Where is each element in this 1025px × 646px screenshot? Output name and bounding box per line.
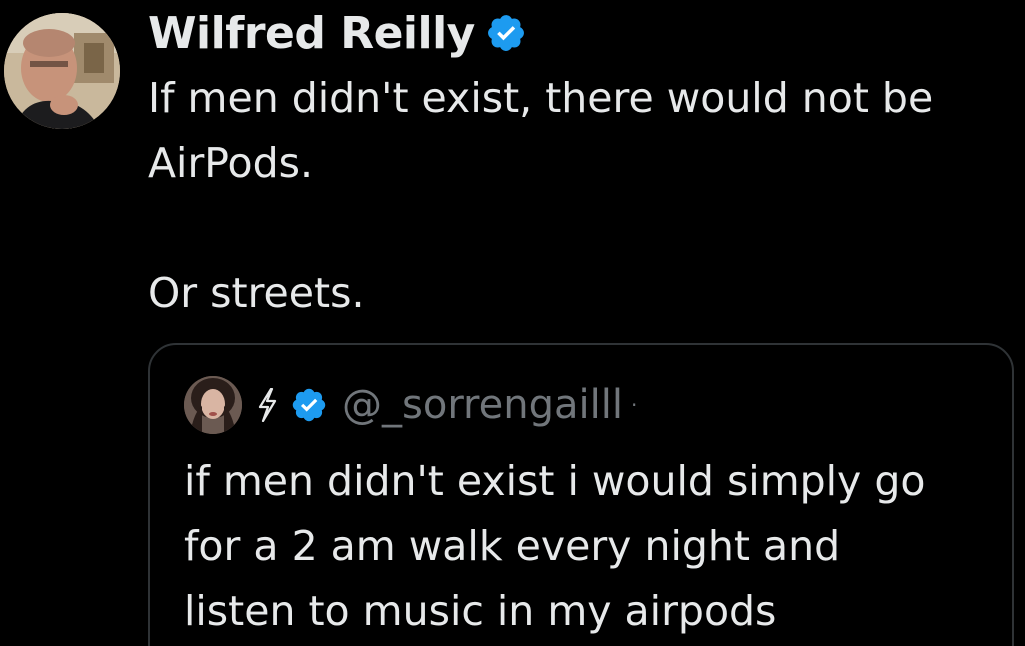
tweet[interactable]: Wilfred Reilly If men didn't exist, ther… xyxy=(0,0,1025,646)
tweet-text-line: AirPods. xyxy=(148,139,314,187)
quoted-text-line: listen to music in my airpods xyxy=(184,587,777,635)
avatar-photo-icon xyxy=(4,13,120,129)
quoted-tweet-card[interactable]: @_sorrengailll · if men didn't exist i w… xyxy=(148,343,1014,646)
tweet-header: Wilfred Reilly xyxy=(148,6,527,60)
tweet-text-line: If men didn't exist, there would not be xyxy=(148,74,934,122)
verified-badge-icon xyxy=(292,388,326,422)
quoted-text-line: for a 2 am walk every night and xyxy=(184,522,841,570)
quoted-text-line: if men didn't exist i would simply go xyxy=(184,457,926,505)
separator-dot: · xyxy=(630,393,638,417)
lightning-bolt-icon xyxy=(258,388,277,422)
quoted-author-handle[interactable]: @_sorrengailll xyxy=(342,382,623,428)
author-name[interactable]: Wilfred Reilly xyxy=(148,8,475,59)
tweet-text-line: Or streets. xyxy=(148,269,365,317)
quoted-tweet-body: if men didn't exist i would simply go fo… xyxy=(184,449,1004,644)
avatar-photo-icon xyxy=(184,376,242,434)
author-avatar[interactable] xyxy=(4,13,120,129)
tweet-body: If men didn't exist, there would not be … xyxy=(148,66,1008,326)
verified-badge-icon xyxy=(487,15,524,51)
quoted-tweet-header: @_sorrengailll · xyxy=(184,375,637,435)
quoted-author-avatar[interactable] xyxy=(184,376,242,434)
